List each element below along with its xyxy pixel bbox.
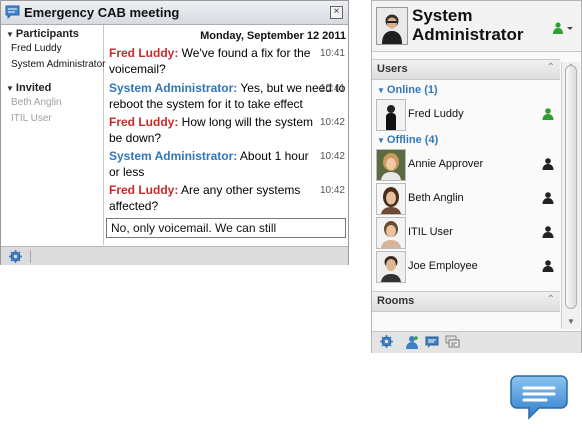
- scrollbar-thumb[interactable]: [565, 65, 577, 309]
- triangle-down-icon: ▼: [6, 84, 14, 93]
- offline-group-header[interactable]: ▼ Offline (4): [377, 134, 438, 146]
- user-name: Joe Employee: [408, 260, 478, 272]
- collapse-icon[interactable]: ⌃: [547, 294, 555, 305]
- chat-title-bar[interactable]: Emergency CAB meeting ×: [1, 1, 348, 25]
- user-row-annie-approver[interactable]: Annie Approver: [372, 149, 560, 183]
- chat-title: Emergency CAB meeting: [24, 5, 180, 20]
- scrollbar[interactable]: ▲ ▼: [561, 61, 580, 329]
- offline-black-icon: [542, 226, 554, 241]
- invited-itil-user[interactable]: ITIL User: [11, 113, 52, 124]
- avatar: [376, 183, 406, 215]
- scroll-down-icon[interactable]: ▼: [567, 317, 575, 326]
- participants-label: Participants: [15, 28, 79, 40]
- avatar: [376, 7, 408, 45]
- message-time: 10:41: [319, 83, 345, 94]
- footer-divider: [30, 250, 31, 263]
- message-sender: System Administrator:: [109, 81, 238, 95]
- user-row-itil-user[interactable]: ITIL User: [372, 217, 560, 251]
- rooms-section-header[interactable]: Rooms ⌃: [372, 291, 560, 312]
- new-chat-icon[interactable]: [425, 335, 440, 352]
- avatar: [376, 149, 406, 181]
- chat-message: Fred Luddy: We've found a fix for the vo…: [109, 45, 347, 77]
- close-icon[interactable]: ×: [330, 6, 343, 19]
- user-name: Beth Anglin: [408, 192, 464, 204]
- add-user-icon[interactable]: [405, 335, 420, 352]
- chat-footer: [1, 246, 348, 265]
- avatar: [376, 251, 406, 283]
- user-name: Fred Luddy: [408, 108, 464, 120]
- chat-message: System Administrator: About 1 hour or le…: [109, 148, 347, 180]
- offline-black-icon: [542, 192, 554, 207]
- online-label: Online (1): [386, 84, 438, 96]
- offline-label: Offline (4): [386, 134, 439, 146]
- message-time: 10:42: [319, 151, 345, 162]
- date-header: Monday, September 12 2011: [200, 30, 346, 42]
- current-user-header: System Administrator: [372, 1, 581, 52]
- avatar: [376, 217, 406, 249]
- participant-system-administrator[interactable]: System Administrator: [11, 59, 105, 70]
- current-user-name: System Administrator: [412, 6, 524, 44]
- online-group-header[interactable]: ▼ Online (1): [377, 84, 438, 96]
- chat-window: Emergency CAB meeting × ▼ Participants Fr…: [0, 0, 349, 265]
- avatar: [376, 99, 406, 131]
- offline-black-icon: [542, 158, 554, 173]
- message-time: 10:42: [319, 185, 345, 196]
- triangle-down-icon: ▼: [377, 86, 385, 95]
- user-row-joe-employee[interactable]: Joe Employee: [372, 251, 560, 285]
- invited-label: Invited: [15, 82, 52, 94]
- chat-message: System Administrator: Yes, but we need t…: [109, 80, 347, 112]
- chat-roster: ▼ Participants Fred Luddy System Administ…: [1, 25, 105, 245]
- offline-black-icon: [542, 260, 554, 275]
- chat-message: Fred Luddy: Are any other systems affect…: [109, 182, 347, 214]
- message-time: 10:42: [319, 117, 345, 128]
- user-status-green-icon[interactable]: [552, 22, 574, 37]
- triangle-down-icon: ▼: [377, 136, 385, 145]
- message-sender: System Administrator:: [109, 149, 238, 163]
- online-green-icon: [542, 108, 554, 123]
- presence-panel: System Administrator Users ⌃ ▼ Online (1)…: [371, 0, 582, 353]
- message-input[interactable]: No, only voicemail. We can still: [106, 218, 346, 238]
- users-label: Users: [377, 63, 408, 75]
- collapse-icon[interactable]: ⌃: [547, 62, 555, 73]
- chat-bubble-icon: [5, 5, 20, 22]
- gear-icon[interactable]: [9, 250, 22, 266]
- chat-history-icon[interactable]: [445, 335, 460, 352]
- message-sender: Fred Luddy:: [109, 115, 179, 129]
- users-section-header[interactable]: Users ⌃: [372, 59, 560, 80]
- participants-header[interactable]: ▼ Participants: [6, 28, 79, 40]
- user-name: Annie Approver: [408, 158, 484, 170]
- message-time: 10:41: [319, 48, 345, 59]
- user-name: ITIL User: [408, 226, 453, 238]
- triangle-down-icon: ▼: [6, 30, 14, 39]
- gear-icon[interactable]: [380, 335, 393, 351]
- invited-beth-anglin[interactable]: Beth Anglin: [11, 97, 62, 108]
- invited-header[interactable]: ▼ Invited: [6, 82, 51, 94]
- message-sender: Fred Luddy:: [109, 46, 179, 60]
- chat-launcher-icon[interactable]: [509, 366, 571, 431]
- rooms-label: Rooms: [377, 295, 415, 307]
- user-row-fred-luddy[interactable]: Fred Luddy: [372, 99, 560, 133]
- panel-footer: [372, 331, 581, 353]
- user-row-beth-anglin[interactable]: Beth Anglin: [372, 183, 560, 217]
- chat-message: Fred Luddy: How long will the system be …: [109, 114, 347, 146]
- participant-fred-luddy[interactable]: Fred Luddy: [11, 43, 62, 54]
- message-list: Monday, September 12 2011 Fred Luddy: We…: [104, 25, 348, 245]
- message-sender: Fred Luddy:: [109, 183, 179, 197]
